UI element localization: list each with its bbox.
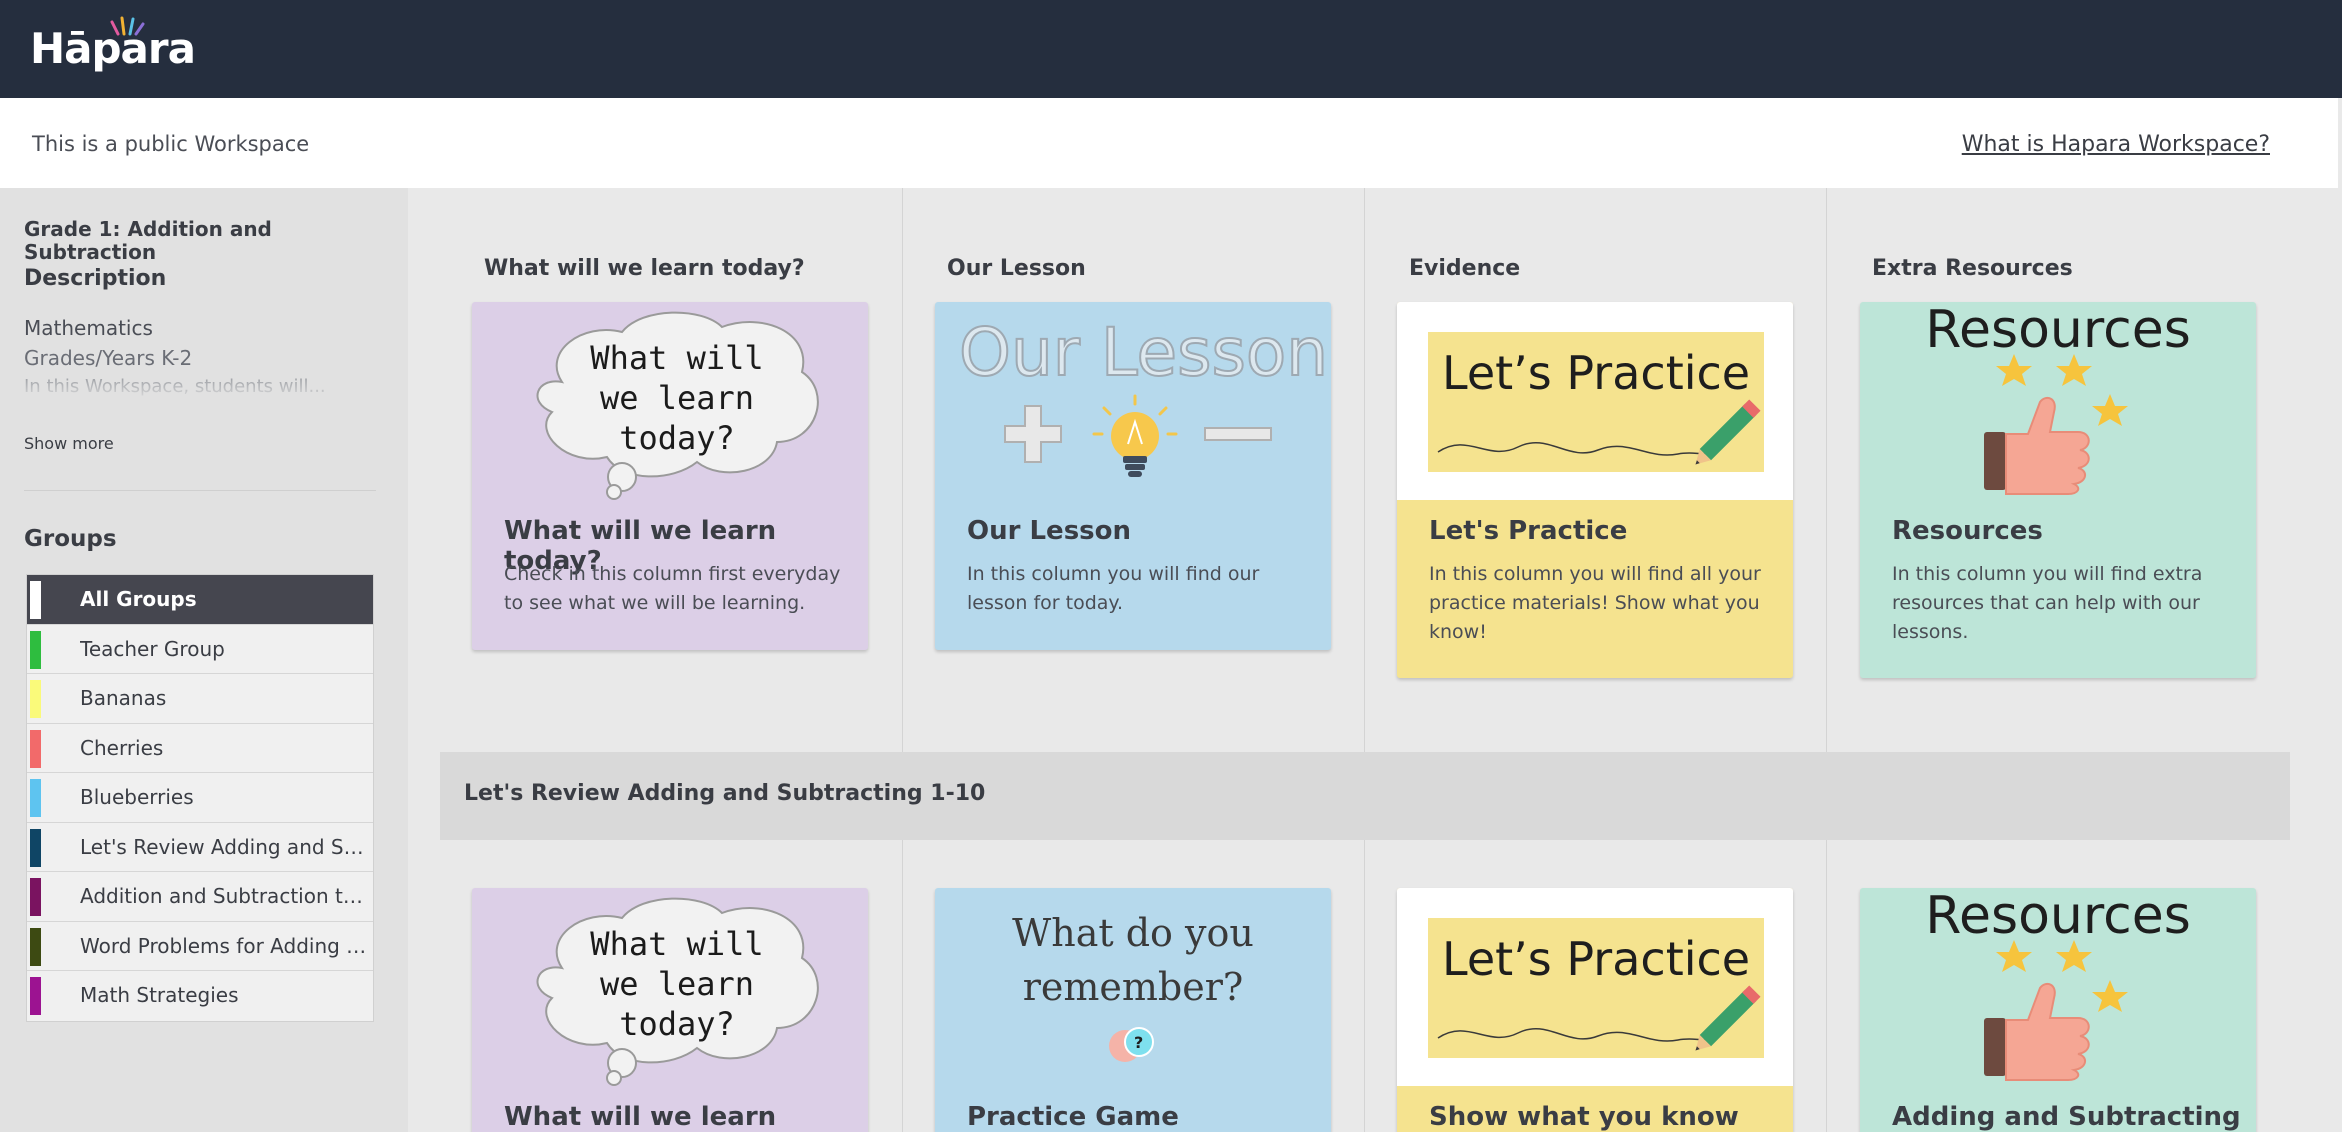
card-lets-practice[interactable]: Let’s Practice Let's Practice In this co… xyxy=(1397,302,1793,678)
card-adding-subtracting[interactable]: Resources Adding and Subtracting xyxy=(1860,888,2256,1132)
card-title: Our Lesson xyxy=(967,516,1132,546)
group-item-math-strategies[interactable]: Math Strategies xyxy=(27,971,373,1021)
minus-icon xyxy=(1204,427,1272,441)
practice-banner: Let’s Practice xyxy=(1428,332,1764,472)
card-title: Show what you know xyxy=(1429,1102,1739,1132)
card-description: In this column you will find extra resou… xyxy=(1892,563,2203,643)
thumbs-up-stars-icon xyxy=(1984,940,2128,1081)
card-image: What will we learn today? xyxy=(472,888,868,1086)
hapara-logo[interactable]: Hāpara xyxy=(30,16,196,73)
column-heading-learn-today: What will we learn today? xyxy=(484,256,805,281)
card-image: What will we learn today? xyxy=(472,302,868,500)
lightbulb-icon xyxy=(1092,394,1178,477)
card-title: Practice Game xyxy=(967,1102,1179,1132)
info-bar: This is a public Workspace What is Hapar… xyxy=(0,98,2338,188)
group-item-addition-subtraction-20[interactable]: Addition and Subtraction to 20 xyxy=(27,872,373,922)
group-item-teacher-group[interactable]: Teacher Group xyxy=(27,625,373,674)
column-divider xyxy=(1826,188,1827,1132)
column-heading-extra-resources: Extra Resources xyxy=(1872,256,2073,281)
card-image: Let’s Practice xyxy=(1397,888,1793,1086)
card-practice-game[interactable]: What do you remember? ? Practice Game xyxy=(935,888,1331,1132)
show-more-button[interactable]: Show more xyxy=(24,434,114,453)
group-list: All Groups Teacher Group Bananas Cherrie… xyxy=(26,574,374,1022)
group-item-blueberries[interactable]: Blueberries xyxy=(27,773,373,823)
card-image: Our Lesson xyxy=(935,302,1331,500)
group-color-swatch xyxy=(30,630,41,669)
group-label: Let's Review Adding and Subtracting 1-10 xyxy=(80,834,370,859)
card-title: Adding and Subtracting xyxy=(1892,1102,2241,1132)
group-color-swatch xyxy=(30,779,41,817)
thought-cloud-text: What will we learn today? xyxy=(590,925,764,1043)
thinking-head-icon: ? xyxy=(1109,1027,1154,1062)
card-title: Let's Practice xyxy=(1429,516,1628,546)
group-label: All Groups xyxy=(80,587,197,611)
card-title: Resources xyxy=(1892,516,2043,546)
svg-text:?: ? xyxy=(1134,1033,1143,1052)
group-label: Blueberries xyxy=(80,785,194,809)
section-header: Let's Review Adding and Subtracting 1-10 xyxy=(440,752,2290,840)
practice-banner: Let’s Practice xyxy=(1428,918,1764,1058)
pencil-scribble-icon xyxy=(1437,399,1761,465)
grades-label: Grades/Years K-2 xyxy=(24,346,193,370)
group-item-all-groups[interactable]: All Groups xyxy=(27,575,373,625)
group-color-swatch xyxy=(30,581,41,619)
card-image: Let’s Practice xyxy=(1397,302,1793,500)
card-our-lesson[interactable]: Our Lesson Our Lesson In this column you… xyxy=(935,302,1331,650)
sidebar: Grade 1: Addition and Subtraction Descri… xyxy=(0,188,408,1132)
pencil-scribble-icon xyxy=(1437,985,1761,1051)
sidebar-divider xyxy=(24,490,376,491)
card-description: Check in this column first everyday to s… xyxy=(504,563,841,614)
group-label: Cherries xyxy=(80,735,164,760)
logo-rays-icon xyxy=(110,16,145,36)
card-description: In this column you will find our lesson … xyxy=(967,563,1260,614)
remember-image-text: What do you remember? xyxy=(1012,911,1254,1009)
column-divider xyxy=(902,188,903,1132)
group-item-word-problems[interactable]: Word Problems for Adding and Subtracting xyxy=(27,922,373,971)
card-image: Resources xyxy=(1860,302,2256,500)
column-divider xyxy=(1364,188,1365,1132)
group-item-bananas[interactable]: Bananas xyxy=(27,674,373,724)
card-resources[interactable]: Resources Resources In this column you w… xyxy=(1860,302,2256,678)
subject-label: Mathematics xyxy=(24,316,153,340)
column-heading-evidence: Evidence xyxy=(1409,256,1521,281)
public-workspace-label: This is a public Workspace xyxy=(32,132,310,156)
plus-icon xyxy=(1004,405,1062,463)
group-item-cherries[interactable]: Cherries xyxy=(27,724,373,773)
card-title: What will we learn today? xyxy=(504,1102,777,1132)
card-what-will-we-learn-2[interactable]: What will we learn today? What will we l… xyxy=(472,888,868,1132)
workspace-title: Grade 1: Addition and Subtraction xyxy=(24,217,272,264)
group-color-swatch xyxy=(30,729,41,768)
group-color-swatch xyxy=(30,927,41,966)
column-heading-our-lesson: Our Lesson xyxy=(947,256,1086,281)
group-label: Addition and Subtraction to 20 xyxy=(80,884,370,908)
card-show-what-you-know[interactable]: Let’s Practice Show what you know xyxy=(1397,888,1793,1132)
group-color-swatch xyxy=(30,977,41,1015)
group-item-lets-review[interactable]: Let's Review Adding and Subtracting 1-10 xyxy=(27,823,373,872)
card-description: In this column you will find all your pr… xyxy=(1429,563,1761,643)
group-color-swatch xyxy=(30,828,41,867)
group-label: Math Strategies xyxy=(80,983,239,1007)
groups-heading: Groups xyxy=(24,526,117,552)
group-label: Teacher Group xyxy=(80,636,225,661)
thought-cloud-text: What will we learn today? xyxy=(590,339,764,457)
card-what-will-we-learn[interactable]: What will we learn today? What will we l… xyxy=(472,302,868,650)
group-color-swatch xyxy=(30,680,41,718)
group-label: Bananas xyxy=(80,686,167,710)
thumbs-up-stars-icon xyxy=(1984,354,2128,495)
description-heading: Description xyxy=(24,266,167,291)
card-image: What do you remember? ? xyxy=(935,888,1331,1086)
card-image: Resources xyxy=(1860,888,2256,1086)
section-title: Let's Review Adding and Subtracting 1-10 xyxy=(464,781,986,806)
group-label: Word Problems for Adding and Subtracting xyxy=(80,933,370,958)
description-preview: In this Workspace, students will... xyxy=(24,376,376,410)
group-color-swatch xyxy=(30,878,41,916)
what-is-workspace-link[interactable]: What is Hapara Workspace? xyxy=(1962,132,2270,157)
top-bar: Hāpara xyxy=(0,0,2342,98)
workspace-board: What will we learn today? Our Lesson Evi… xyxy=(408,188,2338,1132)
lesson-image-text: Our Lesson xyxy=(958,313,1329,392)
